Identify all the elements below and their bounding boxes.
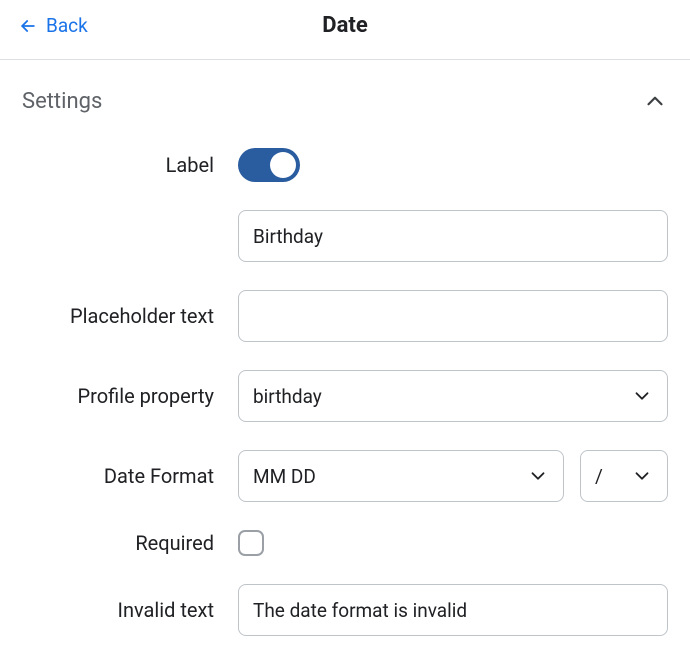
profile-property-label: Profile property: [22, 384, 238, 408]
section-title: Settings: [22, 89, 102, 114]
placeholder-label: Placeholder text: [22, 304, 238, 328]
toggle-knob: [270, 152, 296, 178]
date-format-select[interactable]: MM DD: [238, 450, 564, 502]
back-button[interactable]: Back: [18, 14, 88, 37]
chevron-down-icon: [527, 465, 549, 487]
profile-property-select[interactable]: birthday: [238, 370, 668, 422]
chevron-up-icon: [642, 88, 668, 114]
required-row: Required: [22, 530, 668, 556]
date-separator-value: /: [595, 465, 603, 488]
required-checkbox[interactable]: [238, 530, 264, 556]
profile-property-value: birthday: [253, 385, 322, 408]
label-toggle-label: Label: [22, 153, 238, 177]
label-value-row: [22, 210, 668, 262]
date-format-label: Date Format: [22, 464, 238, 488]
date-format-value: MM DD: [253, 465, 316, 488]
date-separator-select[interactable]: /: [580, 450, 668, 502]
placeholder-input[interactable]: [238, 290, 668, 342]
back-label: Back: [46, 14, 88, 37]
invalid-text-label: Invalid text: [22, 598, 238, 622]
label-toggle[interactable]: [238, 148, 300, 182]
chevron-down-icon: [631, 385, 653, 407]
invalid-text-input[interactable]: [238, 584, 668, 636]
invalid-text-row: Invalid text: [22, 584, 668, 636]
page-title: Date: [322, 13, 367, 38]
required-label: Required: [22, 531, 238, 555]
section-header[interactable]: Settings: [0, 60, 690, 124]
label-toggle-row: Label: [22, 148, 668, 182]
profile-property-row: Profile property birthday: [22, 370, 668, 422]
settings-rows: Label Placeholder text Profile property …: [0, 124, 690, 636]
placeholder-row: Placeholder text: [22, 290, 668, 342]
date-format-row: Date Format MM DD /: [22, 450, 668, 502]
arrow-left-icon: [18, 16, 38, 36]
header: Back Date: [0, 0, 690, 59]
label-input[interactable]: [238, 210, 668, 262]
chevron-down-icon: [631, 465, 653, 487]
